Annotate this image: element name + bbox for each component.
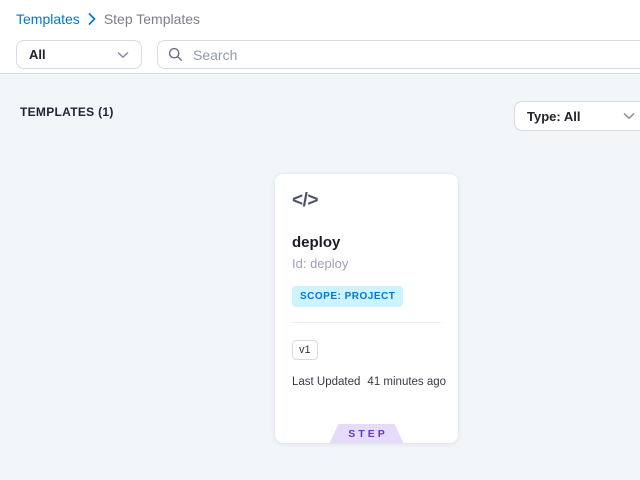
breadcrumb-link-templates[interactable]: Templates xyxy=(16,11,80,27)
type-filter-dropdown[interactable]: Type: All xyxy=(514,101,640,131)
chevron-down-icon xyxy=(117,51,129,59)
step-templates-page: Templates Step Templates All TEMPLATES (… xyxy=(0,0,640,480)
code-icon: </> xyxy=(292,190,318,212)
search-box[interactable] xyxy=(157,40,640,69)
scope-badge: SCOPE: PROJECT xyxy=(292,286,403,307)
templates-count-label: TEMPLATES (1) xyxy=(20,105,114,119)
search-icon xyxy=(168,47,183,62)
template-type-tag: STEP xyxy=(330,424,404,443)
type-filter-value: Type: All xyxy=(527,109,580,124)
last-updated-value: 41 minutes ago xyxy=(367,376,446,388)
card-divider xyxy=(292,322,441,323)
last-updated: Last Updated 41 minutes ago xyxy=(292,376,446,388)
last-updated-label: Last Updated xyxy=(292,376,360,388)
template-title: deploy xyxy=(292,234,340,251)
breadcrumb: Templates Step Templates xyxy=(16,11,200,27)
search-input[interactable] xyxy=(191,46,639,64)
chevron-down-icon xyxy=(623,112,635,120)
template-id: Id: deploy xyxy=(292,256,348,271)
scope-filter-dropdown[interactable]: All xyxy=(16,40,142,69)
breadcrumb-current-step-templates: Step Templates xyxy=(104,11,200,27)
template-card-deploy[interactable]: </> deploy Id: deploy SCOPE: PROJECT v1 … xyxy=(275,174,458,443)
chevron-right-icon xyxy=(88,13,96,25)
scope-filter-value: All xyxy=(29,47,46,62)
page-header: Templates Step Templates All xyxy=(0,0,640,74)
version-chip: v1 xyxy=(292,340,318,360)
